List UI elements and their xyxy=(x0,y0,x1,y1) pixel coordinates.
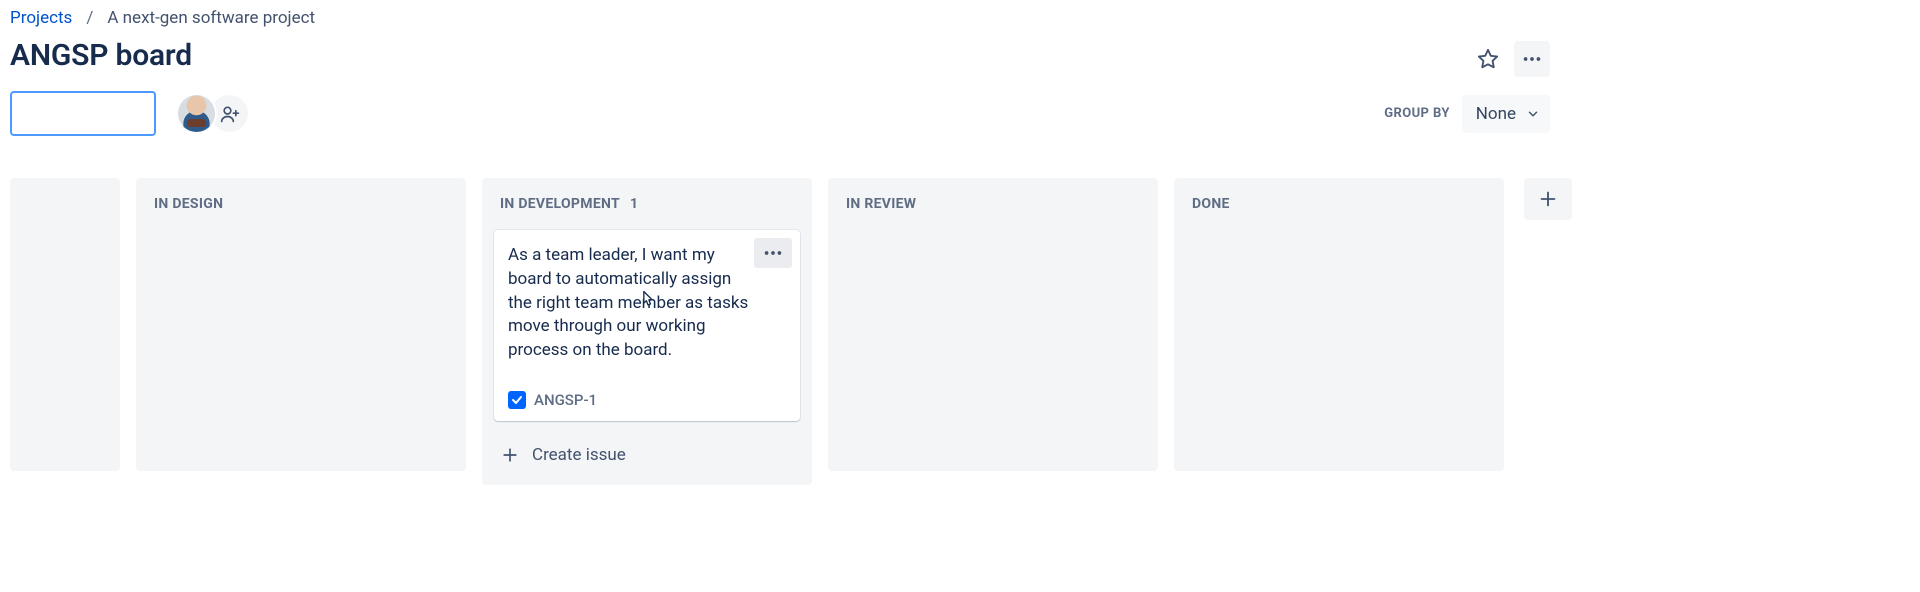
breadcrumb-projects-link[interactable]: Projects xyxy=(10,8,72,28)
issue-card[interactable]: As a team leader, I want my board to aut… xyxy=(494,230,800,421)
column-done[interactable]: DONE xyxy=(1174,178,1504,471)
add-person-icon xyxy=(220,104,240,124)
column-sliver[interactable] xyxy=(10,178,120,471)
column-in-design[interactable]: IN DESIGN xyxy=(136,178,466,471)
avatar[interactable] xyxy=(178,95,215,132)
plus-icon xyxy=(1537,188,1559,210)
more-actions-button[interactable] xyxy=(1514,41,1550,77)
column-title: IN REVIEW xyxy=(846,196,916,212)
search-box[interactable] xyxy=(10,91,156,136)
group-by-select[interactable]: None xyxy=(1462,95,1550,133)
chevron-down-icon xyxy=(1526,107,1540,121)
column-in-development[interactable]: IN DEVELOPMENT 1 As a team leader, I wan… xyxy=(482,178,812,485)
column-title: DONE xyxy=(1192,196,1230,212)
page-title: ANGSP board xyxy=(10,38,192,73)
create-issue-button[interactable]: Create issue xyxy=(494,439,800,471)
column-count: 1 xyxy=(630,196,638,212)
star-button[interactable] xyxy=(1470,41,1506,77)
column-title: IN DEVELOPMENT xyxy=(500,196,620,212)
group-by-value: None xyxy=(1476,104,1516,124)
issue-key[interactable]: ANGSP-1 xyxy=(534,391,597,409)
card-summary: As a team leader, I want my board to aut… xyxy=(508,244,786,363)
card-more-button[interactable] xyxy=(754,238,792,268)
star-icon xyxy=(1477,48,1499,70)
breadcrumb: Projects / A next-gen software project xyxy=(10,0,1910,28)
breadcrumb-project-link[interactable]: A next-gen software project xyxy=(107,8,315,28)
plus-icon xyxy=(500,445,520,465)
column-title: IN DESIGN xyxy=(154,196,223,212)
more-horizontal-icon xyxy=(1521,48,1543,70)
create-issue-label: Create issue xyxy=(532,445,626,465)
group-by-label: GROUP BY xyxy=(1384,106,1450,121)
issue-type-task-icon xyxy=(508,391,526,409)
people-filter xyxy=(178,95,248,132)
breadcrumb-separator: / xyxy=(86,8,93,28)
board: IN DESIGN IN DEVELOPMENT 1 As a team lea… xyxy=(10,178,1910,485)
more-horizontal-icon xyxy=(762,242,784,264)
add-people-button[interactable] xyxy=(211,95,248,132)
add-column-button[interactable] xyxy=(1524,178,1572,220)
column-in-review[interactable]: IN REVIEW xyxy=(828,178,1158,471)
